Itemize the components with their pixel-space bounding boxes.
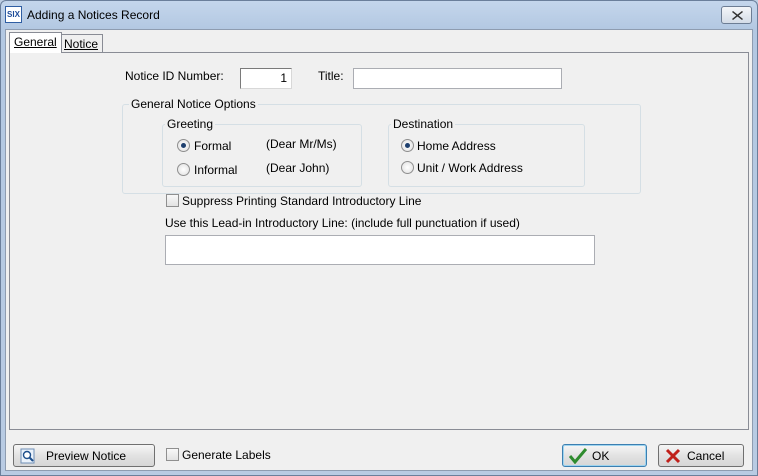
cancel-x-icon (665, 448, 681, 464)
close-icon (732, 11, 743, 20)
home-address-radio[interactable] (401, 139, 414, 152)
cancel-button[interactable]: Cancel (658, 444, 744, 467)
generate-labels-label[interactable]: Generate Labels (182, 448, 271, 462)
formal-label[interactable]: Formal (194, 139, 231, 153)
home-address-label[interactable]: Home Address (417, 139, 496, 153)
general-tab-panel: Notice ID Number: 1 Title: General Notic… (9, 52, 749, 430)
leadin-label: Use this Lead-in Introductory Line: (inc… (165, 216, 520, 230)
dialog-body: General Notice Notice ID Number: 1 Title… (5, 29, 753, 471)
greeting-group: Greeting Formal (Dear Mr/Ms) Informal (D… (162, 117, 362, 187)
close-button[interactable] (721, 6, 752, 24)
formal-radio[interactable] (177, 139, 190, 152)
notice-id-label: Notice ID Number: (125, 69, 224, 83)
destination-group: Destination Home Address Unit / Work Add… (388, 117, 585, 187)
tab-general-label: General (14, 35, 57, 49)
greeting-title: Greeting (165, 117, 216, 131)
preview-notice-button[interactable]: Preview Notice (13, 444, 155, 467)
dialog-window: SIX Adding a Notices Record General Noti… (0, 0, 758, 476)
general-notice-options-title: General Notice Options (129, 97, 258, 111)
tab-notice[interactable]: Notice (60, 34, 104, 53)
formal-example: (Dear Mr/Ms) (266, 137, 337, 151)
notice-id-field[interactable]: 1 (240, 68, 292, 89)
app-logo-icon: SIX (5, 6, 22, 23)
leadin-field[interactable] (165, 235, 595, 265)
informal-radio[interactable] (177, 163, 190, 176)
generate-labels-checkbox[interactable] (166, 448, 179, 461)
ok-button[interactable]: OK (562, 444, 647, 467)
ok-label: OK (592, 449, 610, 463)
informal-label[interactable]: Informal (194, 163, 237, 177)
tab-general[interactable]: General (9, 32, 62, 53)
work-address-label[interactable]: Unit / Work Address (417, 161, 523, 175)
checkmark-icon (569, 448, 587, 464)
window-title: Adding a Notices Record (27, 8, 160, 22)
title-field[interactable] (353, 68, 562, 89)
preview-notice-label: Preview Notice (46, 449, 127, 463)
magnifier-icon (20, 448, 35, 464)
general-notice-options-group: General Notice Options Greeting Formal (… (122, 97, 641, 194)
title-label: Title: (318, 69, 344, 83)
tab-notice-label: Notice (64, 37, 99, 51)
informal-example: (Dear John) (266, 161, 330, 175)
suppress-checkbox[interactable] (166, 194, 179, 207)
suppress-label[interactable]: Suppress Printing Standard Introductory … (182, 194, 421, 208)
work-address-radio[interactable] (401, 161, 414, 174)
destination-title: Destination (391, 117, 456, 131)
title-bar[interactable]: SIX Adding a Notices Record (1, 1, 757, 29)
cancel-label: Cancel (687, 449, 725, 463)
